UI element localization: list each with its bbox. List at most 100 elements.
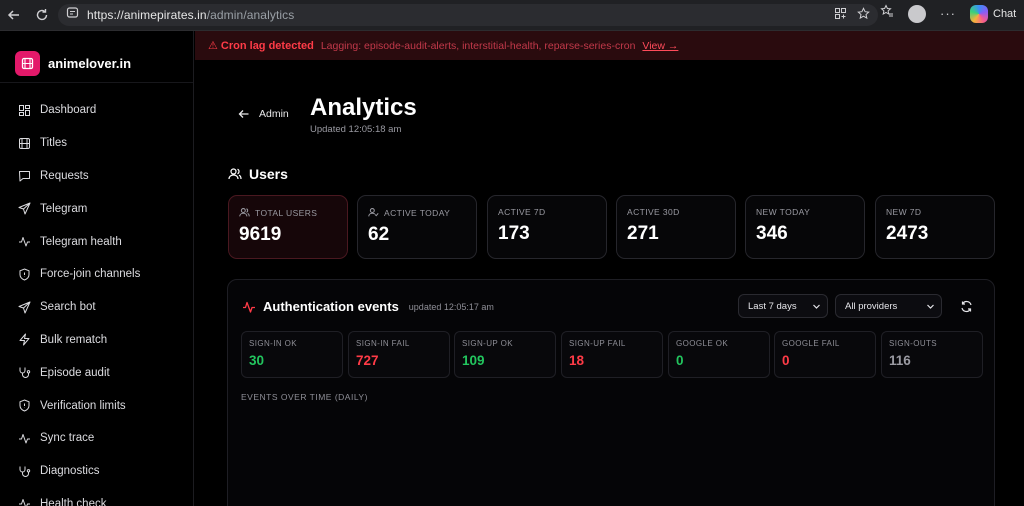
sidebar-item-diagnostics[interactable]: Diagnostics [0, 455, 193, 488]
back-to-admin-link[interactable]: Admin [238, 108, 289, 120]
activity-icon [243, 301, 255, 313]
alert-message: Lagging: episode-audit-alerts, interstit… [320, 39, 636, 52]
favorites-icon[interactable] [880, 4, 894, 23]
stat-label: ACTIVE TODAY [384, 207, 451, 218]
auth-stat-google-ok[interactable]: GOOGLE OK 0 [668, 331, 770, 378]
sidebar-item-label: Dashboard [40, 104, 97, 117]
sidebar-nav: Dashboard Titles Requests Telegram Teleg… [0, 83, 193, 506]
stat-new-today[interactable]: NEW TODAY 346 [745, 195, 865, 259]
brand[interactable]: animelover.in [0, 31, 193, 83]
auth-stat-sign-outs[interactable]: SIGN-OUTS 116 [881, 331, 983, 378]
auth-updated-time: updated 12:05:17 am [408, 301, 494, 312]
url-host: https://animepirates.in [87, 8, 207, 22]
activity-icon [19, 499, 30, 506]
users-icon [228, 168, 242, 180]
events-over-time-chart [241, 408, 981, 503]
sidebar-item-force-join-channels[interactable]: Force-join channels [0, 258, 193, 291]
stat-value: 271 [627, 223, 659, 244]
sidebar-item-label: Search bot [40, 301, 96, 314]
more-menu-icon[interactable]: ··· [940, 6, 956, 21]
sidebar-item-label: Episode audit [40, 366, 110, 379]
sidebar-item-telegram-health[interactable]: Telegram health [0, 225, 193, 258]
sidebar-item-bulk-rematch[interactable]: Bulk rematch [0, 324, 193, 357]
events-chart-label: EVENTS OVER TIME (DAILY) [241, 392, 368, 402]
auth-stat-label: GOOGLE OK [676, 339, 729, 348]
main-content: Admin Analytics Updated 12:05:18 am User… [195, 60, 1024, 506]
auth-title: Authentication events [263, 299, 399, 314]
stat-value: 62 [368, 224, 390, 245]
stat-new-7d[interactable]: NEW 7D 2473 [875, 195, 995, 259]
range-select[interactable]: Last 7 days [738, 294, 828, 318]
sidebar-item-label: Telegram [40, 202, 88, 215]
stat-label: NEW TODAY [756, 207, 811, 217]
auth-stat-sign-up-ok[interactable]: SIGN-UP OK 109 [454, 331, 556, 378]
auth-stat-google-fail[interactable]: GOOGLE FAIL 0 [774, 331, 876, 378]
sidebar: animelover.in Dashboard Titles Requests … [0, 31, 194, 506]
url-path: /admin/analytics [206, 8, 295, 22]
refresh-icon [960, 300, 972, 312]
sidebar-item-label: Health check [40, 497, 107, 506]
sidebar-item-label: Requests [40, 169, 89, 182]
stat-value: 173 [498, 223, 530, 244]
authentication-events-card: Authentication events updated 12:05:17 a… [227, 279, 995, 506]
site-info-icon[interactable] [66, 6, 79, 24]
sidebar-item-label: Bulk rematch [40, 333, 108, 346]
stat-active-7d[interactable]: ACTIVE 7D 173 [487, 195, 607, 259]
chevron-down-icon [813, 304, 820, 309]
auth-stat-label: SIGN-UP FAIL [569, 339, 626, 348]
auth-stat-sign-in-ok[interactable]: SIGN-IN OK 30 [241, 331, 343, 378]
users-section-heading: Users [228, 166, 288, 182]
sidebar-item-label: Verification limits [40, 399, 126, 412]
sidebar-item-dashboard[interactable]: Dashboard [0, 94, 193, 127]
auth-stat-value: 116 [889, 353, 911, 368]
refresh-button[interactable] [952, 294, 980, 318]
stethoscope-icon [19, 367, 31, 379]
app-install-icon[interactable] [834, 7, 847, 25]
sidebar-item-requests[interactable]: Requests [0, 160, 193, 193]
sidebar-item-titles[interactable]: Titles [0, 127, 193, 160]
sidebar-item-label: Diagnostics [40, 465, 100, 478]
auth-card-header: Authentication events updated 12:05:17 a… [242, 299, 494, 314]
stat-active-today[interactable]: ACTIVE TODAY 62 [357, 195, 477, 259]
stethoscope-icon [19, 466, 31, 477]
profile-avatar[interactable] [908, 4, 926, 23]
copilot-chat-button[interactable]: Chat [970, 4, 1016, 23]
back-label: Admin [259, 108, 289, 120]
reload-icon[interactable] [28, 1, 56, 29]
user-check-icon [368, 208, 379, 217]
stat-value: 2473 [886, 223, 929, 244]
sidebar-item-label: Force-join channels [40, 268, 141, 281]
auth-stat-label: SIGN-OUTS [889, 339, 938, 348]
stat-active-30d[interactable]: ACTIVE 30D 271 [616, 195, 736, 259]
back-arrow-icon[interactable] [0, 1, 28, 29]
provider-select[interactable]: All providers [835, 294, 942, 318]
film-icon [19, 137, 30, 149]
sidebar-item-verification-limits[interactable]: Verification limits [0, 389, 193, 422]
auth-stat-value: 0 [676, 353, 684, 368]
alert-view-link[interactable]: View → [642, 40, 678, 52]
stat-label: ACTIVE 30D [627, 207, 680, 217]
sidebar-item-telegram[interactable]: Telegram [0, 192, 193, 225]
sidebar-item-episode-audit[interactable]: Episode audit [0, 356, 193, 389]
range-select-value: Last 7 days [748, 300, 797, 312]
favorite-star-icon[interactable] [857, 7, 870, 25]
message-icon [19, 171, 30, 182]
sidebar-item-search-bot[interactable]: Search bot [0, 291, 193, 324]
chevron-down-icon [927, 304, 934, 309]
address-bar[interactable]: https://animepirates.in/admin/analytics [58, 4, 878, 26]
alert-title: ⚠ Cron lag detected [208, 40, 314, 52]
activity-icon [19, 237, 30, 247]
auth-stat-label: GOOGLE FAIL [782, 339, 840, 348]
sidebar-item-health-check[interactable]: Health check [0, 488, 193, 506]
sidebar-item-label: Telegram health [40, 235, 122, 248]
auth-stat-value: 727 [356, 353, 379, 368]
sidebar-item-label: Titles [40, 137, 68, 150]
auth-stat-sign-in-fail[interactable]: SIGN-IN FAIL 727 [348, 331, 450, 378]
sidebar-item-sync-trace[interactable]: Sync trace [0, 422, 193, 455]
url-text: https://animepirates.in/admin/analytics [87, 8, 294, 22]
stat-total-users[interactable]: TOTAL USERS 9619 [228, 195, 348, 259]
auth-stat-sign-up-fail[interactable]: SIGN-UP FAIL 18 [561, 331, 663, 378]
provider-select-value: All providers [845, 300, 898, 312]
page-updated-time: Updated 12:05:18 am [310, 124, 402, 135]
stat-value: 9619 [239, 224, 282, 245]
